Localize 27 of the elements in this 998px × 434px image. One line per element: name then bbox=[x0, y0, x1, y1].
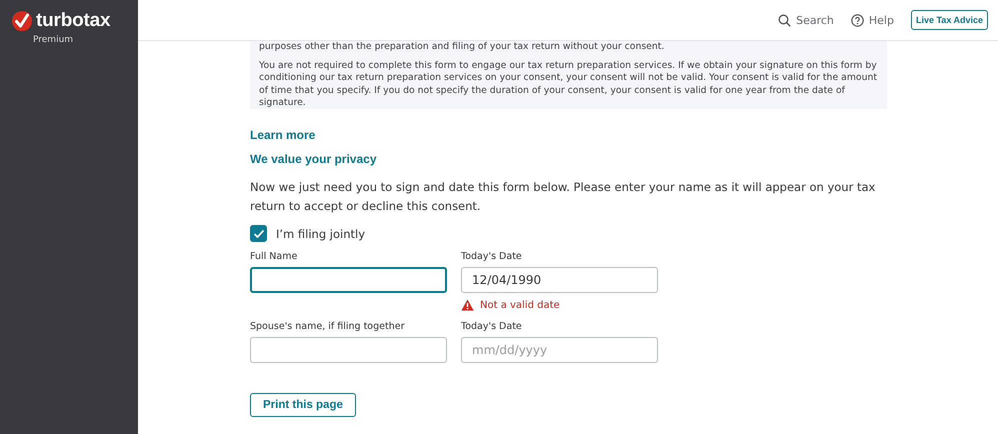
checkmark-logo-icon bbox=[11, 10, 33, 32]
input-field[interactable] bbox=[250, 337, 447, 363]
input-field[interactable] bbox=[250, 267, 447, 293]
field-label: Full Name bbox=[250, 251, 298, 262]
checkbox[interactable] bbox=[250, 225, 267, 242]
input-field[interactable]: 12/04/1990 bbox=[461, 267, 658, 293]
edition-label: Premium bbox=[33, 35, 74, 45]
live-tax-advice-button[interactable]: Live Tax Advice bbox=[910, 10, 988, 30]
checkbox-label: I’m filing jointly bbox=[276, 226, 366, 240]
checkmark-icon bbox=[252, 228, 264, 238]
warning-icon bbox=[461, 299, 474, 311]
field-label: Today's Date bbox=[461, 321, 523, 332]
field-label: Today's Date bbox=[461, 251, 523, 262]
brand-name: turbotax bbox=[36, 10, 110, 32]
link[interactable]: Learn more bbox=[250, 128, 316, 142]
print-button[interactable]: Print this page bbox=[250, 393, 356, 417]
error-message: Not a valid date bbox=[480, 300, 560, 310]
help-link[interactable]: Help bbox=[850, 14, 894, 26]
search-link[interactable]: Search bbox=[778, 14, 834, 26]
input-field[interactable]: mm/dd/yyyy bbox=[461, 337, 658, 363]
help-icon bbox=[850, 14, 864, 26]
search-icon bbox=[778, 14, 792, 26]
link[interactable]: We value your privacy bbox=[250, 152, 377, 166]
consent-paragraph: You are not required to complete this form to engage our tax return preparation services. If we obtain your signature on this form by conditioning our tax return preparation services on your consent, your consent will not be valid. Your consent is valid for the amount of time that you specify. If you do not specify the duration of your consent, your consent is valid for one year from the date of signature. bbox=[259, 60, 878, 109]
field-label: Spouse's name, if filing together bbox=[250, 321, 406, 332]
instructions-text: Now we just need you to sign and date this form below. Please enter your name as it will appear on your tax return to accept or decline this consent. bbox=[250, 179, 876, 215]
consent-paragraph: purposes other than the preparation and filing of your tax return without your consent. bbox=[259, 41, 666, 54]
